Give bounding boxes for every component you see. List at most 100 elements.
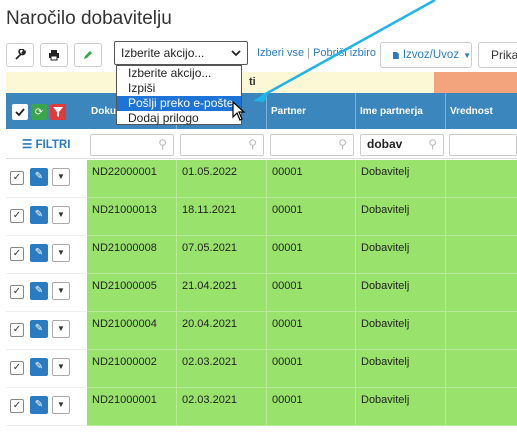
action-select-value: Izberite akcijo...: [121, 46, 205, 60]
pencil-icon: ✎: [34, 323, 44, 334]
row-edit-button[interactable]: ✎: [30, 320, 48, 338]
list-icon: ☰: [22, 139, 33, 151]
chevron-down-icon: [231, 50, 241, 57]
row-checkbox[interactable]: ✓: [10, 209, 24, 223]
cell-partner-name: Dobavitelj: [356, 236, 446, 274]
row-menu-button[interactable]: ▼: [52, 244, 70, 262]
table-row[interactable]: ✓ ✎ ▼ ND21000005 21.04.2021 00001 Dobavi…: [6, 274, 517, 312]
cell-partner: 00001: [267, 236, 356, 274]
selection-links: Izberi vse | Pobriši izbiro: [257, 47, 376, 59]
table-row[interactable]: ✓ ✎ ▼ ND21000013 18.11.2021 00001 Dobavi…: [6, 198, 517, 236]
refresh-icon: ⟳: [34, 106, 44, 118]
export-import-label: Izvoz/Uvoz: [402, 49, 460, 61]
header-actions: ⟳: [12, 104, 66, 120]
table-row[interactable]: ✓ ✎ ▼ ND22000001 01.05.2022 00001 Dobavi…: [6, 160, 517, 198]
column-header-partner[interactable]: Partner: [267, 93, 356, 129]
filter-input-partner-name[interactable]: dobav ⚲: [360, 134, 444, 156]
caret-down-icon: ▼: [57, 210, 65, 219]
row-menu-button[interactable]: ▼: [52, 206, 70, 224]
wrench-button[interactable]: [6, 43, 34, 67]
row-controls: ✓ ✎ ▼: [6, 350, 87, 388]
row-edit-button[interactable]: ✎: [30, 396, 48, 414]
cell-partner: 00001: [267, 160, 356, 198]
cell-date: 18.11.2021: [177, 198, 267, 236]
cell-doc: ND21000001: [87, 388, 177, 426]
action-menu-item-choose[interactable]: Izberite akcijo...: [117, 66, 241, 81]
cell-doc: ND21000004: [87, 312, 177, 350]
cell-value: [446, 350, 517, 388]
check-icon: [15, 108, 25, 117]
pencil-icon: ✎: [34, 247, 44, 258]
row-checkbox[interactable]: ✓: [10, 171, 24, 185]
row-checkbox[interactable]: ✓: [10, 323, 24, 337]
row-controls: ✓ ✎ ▼: [6, 312, 87, 350]
filter-button[interactable]: [50, 104, 66, 120]
wrench-icon: [15, 49, 26, 60]
export-import-button[interactable]: Izvoz/Uvoz ▼: [380, 42, 472, 68]
view-button[interactable]: Prikaz: [478, 42, 517, 68]
filter-input-doc[interactable]: ⚲: [90, 134, 174, 156]
cell-value: [446, 160, 517, 198]
row-menu-button[interactable]: ▼: [52, 320, 70, 338]
cell-doc: ND21000005: [87, 274, 177, 312]
cell-value: [446, 198, 517, 236]
select-all-link[interactable]: Izberi vse: [257, 47, 304, 59]
column-header-partner-name[interactable]: Ime partnerja: [356, 93, 446, 129]
caret-down-icon: ▼: [57, 248, 65, 257]
pencil-icon: ✎: [34, 209, 44, 220]
clear-selection-link[interactable]: Pobriši izbiro: [313, 47, 376, 59]
table-row[interactable]: ✓ ✎ ▼ ND21000001 02.03.2021 00001 Dobavi…: [6, 388, 517, 426]
row-menu-button[interactable]: ▼: [52, 358, 70, 376]
row-controls: ✓ ✎ ▼: [6, 198, 87, 236]
action-menu-item-attachment[interactable]: Dodaj prilogo: [117, 111, 241, 126]
row-menu-button[interactable]: ▼: [52, 396, 70, 414]
action-menu: Izberite akcijo... Izpiši Pošlji preko e…: [116, 65, 242, 125]
column-header-value[interactable]: Vrednost: [446, 93, 517, 129]
filter-input-partner[interactable]: ⚲: [270, 134, 354, 156]
row-checkbox[interactable]: ✓: [10, 399, 24, 413]
row-edit-button[interactable]: ✎: [30, 206, 48, 224]
row-checkbox[interactable]: ✓: [10, 285, 24, 299]
row-checkbox[interactable]: ✓: [10, 361, 24, 375]
cell-value: [446, 274, 517, 312]
select-all-checkbox[interactable]: [12, 104, 28, 120]
cell-date: 01.05.2022: [177, 160, 267, 198]
row-edit-button[interactable]: ✎: [30, 358, 48, 376]
caret-down-icon: ▼: [463, 50, 471, 60]
pencil-icon: ✎: [34, 285, 44, 296]
table-row[interactable]: ✓ ✎ ▼ ND21000002 02.03.2021 00001 Dobavi…: [6, 350, 517, 388]
row-menu-button[interactable]: ▼: [52, 282, 70, 300]
action-select[interactable]: Izberite akcijo...: [114, 41, 248, 65]
filters-label: FILTRI: [35, 139, 71, 151]
row-menu-button[interactable]: ▼: [52, 168, 70, 186]
cell-partner: 00001: [267, 350, 356, 388]
table-row[interactable]: ✓ ✎ ▼ ND21000004 20.04.2021 00001 Dobavi…: [6, 312, 517, 350]
row-edit-button[interactable]: ✎: [30, 168, 48, 186]
print-button[interactable]: [40, 43, 68, 67]
cell-date: 21.04.2021: [177, 274, 267, 312]
edit-green-button[interactable]: [74, 43, 102, 67]
action-menu-item-email[interactable]: Pošlji preko e-pošte: [117, 96, 241, 111]
table-row[interactable]: ✓ ✎ ▼ ND21000008 07.05.2021 00001 Dobavi…: [6, 236, 517, 274]
row-checkbox[interactable]: ✓: [10, 247, 24, 261]
cell-partner-name: Dobavitelj: [356, 160, 446, 198]
action-menu-item-print[interactable]: Izpiši: [117, 81, 241, 96]
row-edit-button[interactable]: ✎: [30, 282, 48, 300]
filter-input-date[interactable]: ⚲: [180, 134, 264, 156]
search-icon: ⚲: [158, 137, 167, 151]
refresh-button[interactable]: ⟳: [31, 104, 47, 120]
cell-doc: ND21000008: [87, 236, 177, 274]
caret-down-icon: ▼: [57, 362, 65, 371]
pencil-icon: ✎: [34, 399, 44, 410]
cell-value: [446, 388, 517, 426]
cell-doc: ND21000013: [87, 198, 177, 236]
caret-down-icon: ▼: [57, 400, 65, 409]
caret-down-icon: ▼: [57, 324, 65, 333]
row-edit-button[interactable]: ✎: [30, 244, 48, 262]
filters-toggle[interactable]: ☰ FILTRI: [22, 137, 70, 151]
cell-value: [446, 312, 517, 350]
filter-input-value[interactable]: [449, 134, 517, 156]
filter-value-partner-name: dobav: [367, 137, 403, 151]
cell-value: [446, 236, 517, 274]
row-controls: ✓ ✎ ▼: [6, 274, 87, 312]
